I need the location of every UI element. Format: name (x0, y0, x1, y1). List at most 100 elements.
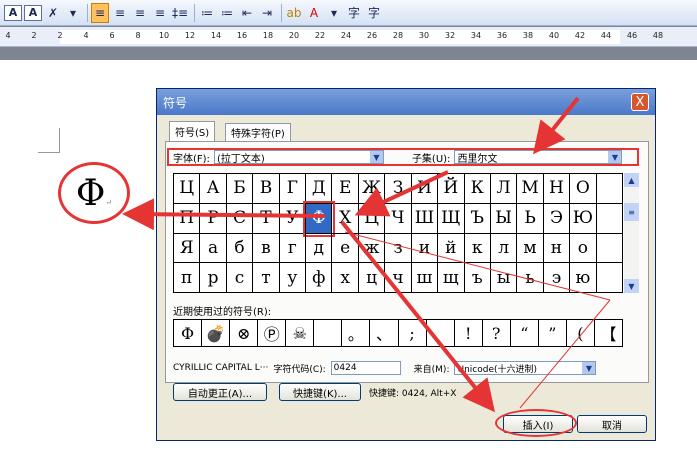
shortcut-key-button[interactable]: 快捷键(K)... (279, 383, 361, 401)
tab-special-chars[interactable]: 特殊字符(P) (225, 123, 291, 141)
symbol-cell[interactable]: о (570, 233, 597, 264)
symbol-cell[interactable]: р (200, 263, 227, 293)
align-left-icon[interactable]: ≡ (91, 2, 109, 23)
symbol-cell[interactable]: щ (438, 263, 465, 293)
symbol-cell[interactable]: п (174, 263, 201, 293)
symbol-cell[interactable]: Ц (174, 174, 201, 204)
symbol-cell[interactable]: х (332, 263, 359, 293)
recent-symbol-cell[interactable]: ? (482, 320, 511, 347)
symbol-cell[interactable]: ю (570, 263, 597, 293)
decrease-indent-icon[interactable]: ⇤ (238, 3, 256, 23)
dropdown-icon[interactable]: ▾ (325, 3, 343, 23)
symbol-cell[interactable]: Я (174, 233, 201, 264)
symbol-cell[interactable]: Э (543, 203, 571, 234)
symbol-cell[interactable]: а (200, 233, 227, 264)
symbol-cell[interactable]: В (253, 174, 280, 204)
symbol-cell[interactable]: Й (438, 174, 465, 204)
recent-symbol-cell[interactable]: Φ (174, 320, 203, 347)
recent-symbol-cell[interactable]: ” (538, 320, 567, 347)
symbol-cell[interactable]: Е (332, 174, 359, 204)
recent-symbol-cell[interactable]: 【 (594, 320, 623, 347)
symbol-cell[interactable]: Р (200, 203, 227, 234)
symbol-cell[interactable]: Г (279, 174, 307, 204)
increase-indent-icon[interactable]: ⇥ (258, 3, 276, 23)
symbol-cell[interactable]: э (543, 263, 571, 293)
symbol-cell[interactable]: Щ (438, 203, 465, 234)
symbol-cell[interactable]: т (253, 263, 280, 293)
symbol-cell[interactable]: Ю (570, 203, 597, 234)
dialog-titlebar[interactable]: 符号 X (157, 89, 655, 115)
highlight-icon[interactable]: ab (285, 3, 303, 23)
bullets-icon[interactable]: ≔ (218, 3, 236, 23)
chevron-down-icon[interactable]: ▼ (608, 151, 622, 163)
symbol-cell[interactable]: ч (385, 263, 412, 293)
recent-symbol-cell[interactable] (314, 320, 343, 347)
symbol-cell[interactable]: Д (306, 174, 333, 204)
symbol-cell[interactable]: Ш (411, 203, 439, 234)
symbol-cell[interactable]: Н (543, 174, 571, 204)
chevron-down-icon[interactable]: ▼ (582, 362, 596, 374)
font-a-icon[interactable]: A (4, 4, 22, 21)
recent-symbol-cell[interactable] (426, 320, 455, 347)
symbol-cell[interactable]: С (226, 203, 254, 234)
symbol-cell[interactable]: Л (490, 174, 518, 204)
symbol-cell[interactable]: ъ (464, 263, 491, 293)
symbol-cell[interactable]: ж (358, 233, 386, 264)
symbol-cell[interactable]: А (200, 174, 227, 204)
recent-symbol-cell[interactable]: Ⓟ (258, 320, 287, 347)
symbol-cell[interactable]: П (174, 203, 201, 234)
symbol-cell[interactable]: Ц (358, 203, 386, 234)
symbol-cell[interactable]: с (226, 263, 254, 293)
autocorrect-button[interactable]: 自动更正(A)... (173, 383, 267, 401)
symbol-cell[interactable]: И (411, 174, 439, 204)
scroll-up-icon[interactable]: ▲ (624, 173, 639, 187)
symbol-cell[interactable] (596, 263, 623, 293)
symbol-cell[interactable]: и (411, 233, 439, 264)
symbol-cell[interactable]: Ы (490, 203, 518, 234)
symbol-cell[interactable]: Т (253, 203, 280, 234)
symbol-cell[interactable]: Ч (385, 203, 412, 234)
symbol-cell[interactable]: м (517, 233, 544, 264)
from-select[interactable]: Unicode(十六进制) ▼ (454, 361, 597, 375)
enclose-char-icon[interactable]: 字 (365, 3, 383, 23)
symbol-cell[interactable]: ф (306, 263, 333, 293)
symbol-cell[interactable]: г (279, 233, 307, 264)
symbol-cell[interactable] (596, 233, 623, 264)
recent-symbol-cell[interactable]: “ (510, 320, 539, 347)
tab-symbols[interactable]: 符号(S) (169, 121, 216, 141)
symbol-cell[interactable]: Ь (517, 203, 544, 234)
symbol-cell[interactable] (596, 174, 623, 204)
symbol-cell[interactable]: н (543, 233, 571, 264)
line-spacing-icon[interactable]: ‡≡ (171, 3, 189, 23)
scroll-down-icon[interactable]: ▼ (624, 279, 639, 293)
recent-symbol-cell[interactable]: 。 (342, 320, 371, 347)
symbol-cell[interactable]: О (570, 174, 597, 204)
symbol-cell[interactable]: ц (358, 263, 386, 293)
symbol-cell[interactable]: з (385, 233, 412, 264)
align-right-icon[interactable]: ≡ (131, 3, 149, 23)
justify-icon[interactable]: ≡ (151, 3, 169, 23)
symbol-cell[interactable]: Х (332, 203, 359, 234)
symbol-cell[interactable]: к (464, 233, 491, 264)
numbering-icon[interactable]: ≔ (198, 3, 216, 23)
symbol-cell[interactable]: Ж (358, 174, 386, 204)
selected-symbol-cell[interactable]: Ф (302, 200, 336, 237)
symbol-cell[interactable]: М (517, 174, 544, 204)
symbol-cell[interactable]: у (279, 263, 307, 293)
font-select[interactable]: (拉丁文本) ▼ (213, 150, 384, 165)
symbol-cell[interactable]: д (306, 233, 333, 264)
symbol-cell[interactable]: л (490, 233, 518, 264)
symbol-cell[interactable]: й (438, 233, 465, 264)
scroll-thumb[interactable]: ≡ (624, 203, 639, 221)
phonetic-guide-icon[interactable]: 字 (345, 3, 363, 23)
align-center-icon[interactable]: ≡ (111, 3, 129, 23)
recent-symbol-cell[interactable]: ⊗ (230, 320, 259, 347)
symbol-cell[interactable]: Ъ (464, 203, 491, 234)
symbol-cell[interactable]: З (385, 174, 412, 204)
recent-symbol-cell[interactable]: ☠ (286, 320, 315, 347)
recent-symbol-cell[interactable]: 💣 (202, 320, 231, 347)
ruler[interactable]: 4 2 2 4 6 8 10 12 14 16 18 20 22 24 26 28 30 32 34 36 38 40 42… (0, 27, 697, 47)
symbol-cell[interactable]: К (464, 174, 491, 204)
cancel-button[interactable]: 取消 (577, 415, 647, 433)
font-color-icon[interactable]: A (305, 3, 323, 23)
